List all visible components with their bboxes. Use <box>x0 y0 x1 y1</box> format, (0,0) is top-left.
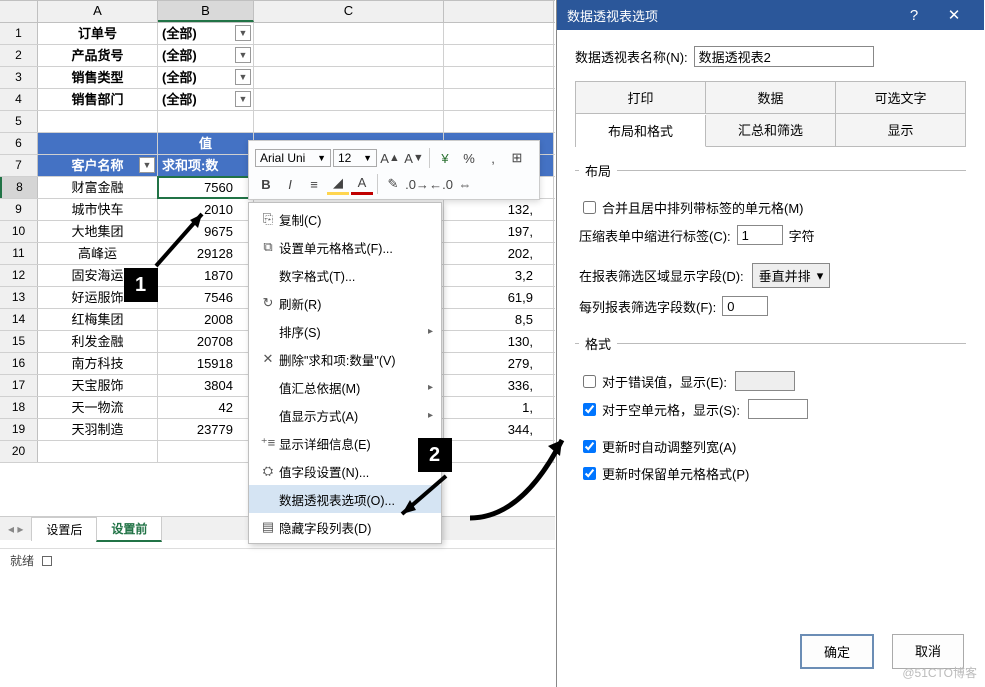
group-format: 格式 <box>579 334 617 353</box>
dropdown-icon[interactable]: ▼ <box>235 47 251 63</box>
preserve-format-checkbox[interactable] <box>583 467 596 480</box>
help-icon[interactable]: ? <box>894 7 934 24</box>
callout-1: 1 <box>124 268 158 302</box>
menu-refresh[interactable]: ↻刷新(R) <box>249 289 441 317</box>
empty-value-input[interactable] <box>748 399 808 419</box>
menu-summarize-by[interactable]: 值汇总依据(M)▸ <box>249 373 441 401</box>
show-error-checkbox[interactable] <box>583 375 596 388</box>
column-headers: A B C <box>0 0 555 23</box>
sheet-tab-active[interactable]: 设置前 <box>96 516 162 542</box>
refresh-icon: ↻ <box>257 295 279 311</box>
merge-labels-checkbox[interactable] <box>583 201 596 214</box>
settings-icon: ⛭ <box>257 463 279 479</box>
grow-font-icon[interactable]: A▲ <box>379 147 401 169</box>
filter-layout-combo[interactable]: 垂直并排▾ <box>752 263 831 288</box>
submenu-arrow-icon: ▸ <box>428 382 433 393</box>
menu-field-settings[interactable]: ⛭值字段设置(N)... <box>249 457 441 485</box>
submenu-arrow-icon: ▸ <box>428 326 433 337</box>
size-select[interactable]: 12▼ <box>333 149 377 167</box>
name-label: 数据透视表名称(N): <box>575 47 688 66</box>
col-B[interactable]: B <box>158 1 254 22</box>
detail-icon: ⁺≡ <box>257 435 279 451</box>
menu-number-format[interactable]: 数字格式(T)... <box>249 261 441 289</box>
col-D[interactable] <box>444 1 554 22</box>
dialog-tabs-top: 打印 数据 可选文字 <box>575 81 966 114</box>
select-all-corner[interactable] <box>0 1 38 22</box>
align-icon[interactable]: ≡ <box>303 173 325 195</box>
border-icon[interactable]: ⊞ <box>506 147 528 169</box>
col-C[interactable]: C <box>254 1 444 22</box>
show-empty-checkbox[interactable] <box>583 403 596 416</box>
dropdown-icon[interactable]: ▼ <box>235 69 251 85</box>
group-layout: 布局 <box>579 161 617 180</box>
macro-record-icon[interactable] <box>42 556 52 566</box>
dialog-titlebar[interactable]: 数据透视表选项 ? ✕ <box>557 0 984 30</box>
tab-display[interactable]: 显示 <box>836 114 965 146</box>
watermark: @51CTO博客 <box>902 664 977 681</box>
pivot-name-input[interactable] <box>694 46 874 67</box>
menu-sort[interactable]: 排序(S)▸ <box>249 317 441 345</box>
row-1: 1订单号(全部)▼ <box>0 23 555 45</box>
submenu-arrow-icon: ▸ <box>428 410 433 421</box>
col-A[interactable]: A <box>38 1 158 22</box>
dropdown-icon[interactable]: ▼ <box>235 25 251 41</box>
context-menu: ⎘复制(C) ⧉设置单元格格式(F)... 数字格式(T)... ↻刷新(R) … <box>248 202 442 544</box>
percent-icon[interactable]: % <box>458 147 480 169</box>
merge-icon[interactable]: ⇔ <box>454 173 476 195</box>
comma-icon[interactable]: , <box>482 147 504 169</box>
tab-print[interactable]: 打印 <box>576 82 706 113</box>
menu-pivot-options[interactable]: 数据透视表选项(O)... <box>249 485 441 513</box>
pivot-options-dialog: 数据透视表选项 ? ✕ 数据透视表名称(N): 打印 数据 可选文字 布局和格式… <box>556 0 984 687</box>
copy-icon: ⎘ <box>257 211 279 227</box>
tab-layout-format[interactable]: 布局和格式 <box>576 115 706 147</box>
close-icon[interactable]: ✕ <box>934 6 974 24</box>
dropdown-icon[interactable]: ▼ <box>235 91 251 107</box>
menu-copy[interactable]: ⎘复制(C) <box>249 205 441 233</box>
dec-dec-icon[interactable]: ←.0 <box>430 173 452 195</box>
error-value-input[interactable] <box>735 371 795 391</box>
status-text: 就绪 <box>10 552 34 569</box>
callout-2: 2 <box>418 438 452 472</box>
dropdown-icon[interactable]: ▼ <box>139 157 155 173</box>
menu-format-cells[interactable]: ⧉设置单元格格式(F)... <box>249 233 441 261</box>
tab-totals-filters[interactable]: 汇总和筛选 <box>706 114 836 146</box>
tab-nav-icon[interactable]: ◂ ▸ <box>0 522 31 536</box>
italic-icon[interactable]: I <box>279 173 301 195</box>
menu-show-as[interactable]: 值显示方式(A)▸ <box>249 401 441 429</box>
tab-data[interactable]: 数据 <box>706 82 836 113</box>
font-color-icon[interactable]: A <box>351 173 373 195</box>
fill-color-icon[interactable]: ◢ <box>327 173 349 195</box>
menu-show-detail[interactable]: ⁺≡显示详细信息(E) <box>249 429 441 457</box>
autofit-checkbox[interactable] <box>583 440 596 453</box>
dialog-title: 数据透视表选项 <box>567 6 658 25</box>
menu-remove-field[interactable]: ✕删除"求和项:数量"(V) <box>249 345 441 373</box>
list-icon: ▤ <box>257 519 279 535</box>
tab-alt-text[interactable]: 可选文字 <box>836 82 965 113</box>
bold-icon[interactable]: B <box>255 173 277 195</box>
currency-icon[interactable]: ¥ <box>434 147 456 169</box>
sheet-tab[interactable]: 设置后 <box>31 517 97 541</box>
active-cell[interactable]: 7560 <box>158 177 254 198</box>
dec-inc-icon[interactable]: .0→ <box>406 173 428 195</box>
indent-spinner[interactable]: 1 <box>737 225 783 245</box>
mini-toolbar: Arial Uni▼ 12▼ A▲ A▼ ¥ % , ⊞ B I ≡ ◢ A ✎… <box>248 140 540 200</box>
font-select[interactable]: Arial Uni▼ <box>255 149 331 167</box>
ok-button[interactable]: 确定 <box>800 634 874 669</box>
fields-per-row-spinner[interactable]: 0 <box>722 296 768 316</box>
format-cells-icon: ⧉ <box>257 239 279 255</box>
format-painter-icon[interactable]: ✎ <box>382 173 404 195</box>
dialog-tabs-bottom: 布局和格式 汇总和筛选 显示 <box>575 114 966 147</box>
menu-hide-field-list[interactable]: ▤隐藏字段列表(D) <box>249 513 441 541</box>
chevron-down-icon: ▾ <box>817 268 824 284</box>
status-bar: 就绪 <box>0 548 555 572</box>
delete-icon: ✕ <box>257 351 279 367</box>
shrink-font-icon[interactable]: A▼ <box>403 147 425 169</box>
